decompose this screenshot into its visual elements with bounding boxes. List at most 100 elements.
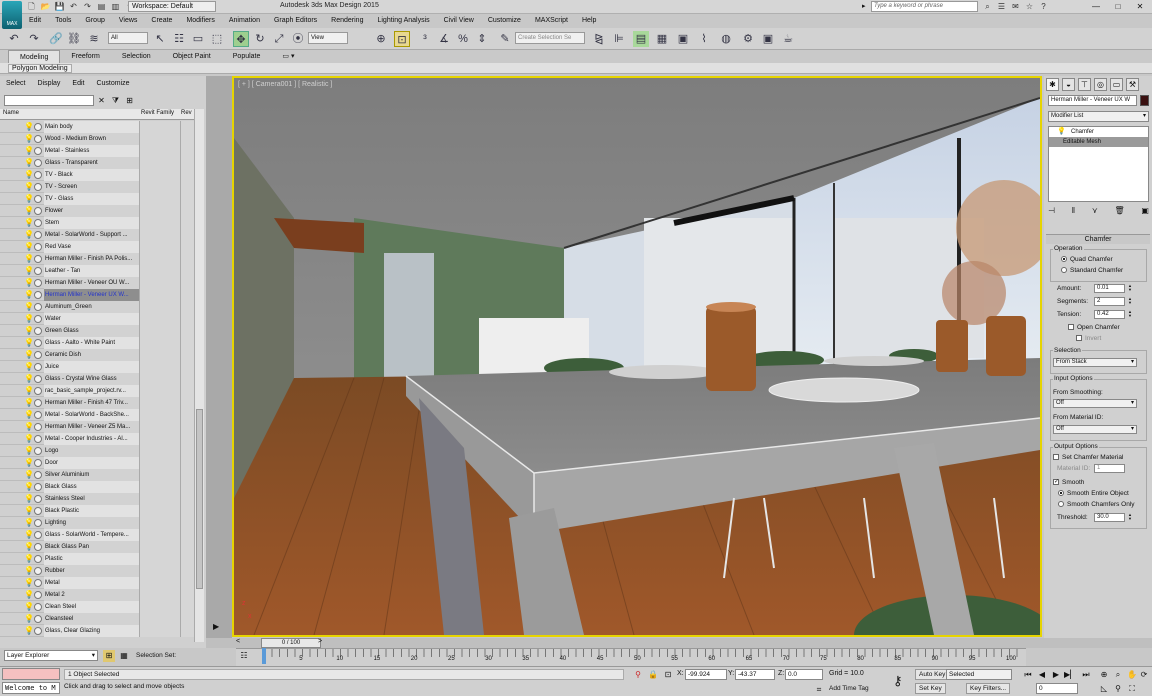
window-crossing-icon[interactable]: ⬚ [209, 31, 225, 47]
layer-name[interactable]: Glass, Clear Glazing [44, 625, 139, 637]
layer-row[interactable]: 💡 Stainless Steel [0, 493, 194, 505]
layer-name[interactable]: Main body [44, 121, 139, 133]
minimize-button[interactable]: — [1086, 1, 1106, 12]
freeze-toggle-icon[interactable] [34, 339, 42, 347]
ribbon-tab-selection[interactable]: Selection [111, 50, 162, 63]
freeze-toggle-icon[interactable] [34, 507, 42, 515]
layer-name[interactable]: Black Glass [44, 481, 139, 493]
chamfer-rollout-title[interactable]: Chamfer [1046, 234, 1150, 244]
render-setup-icon[interactable]: ⚙ [740, 31, 756, 47]
spinner-snap-icon[interactable]: ⇕ [474, 31, 490, 47]
go-to-end-icon[interactable]: ⏭ [1080, 669, 1092, 680]
redo-icon[interactable]: ↷ [82, 1, 93, 12]
freeze-toggle-icon[interactable] [34, 279, 42, 287]
layer-name[interactable]: rac_basic_sample_project.rv... [44, 385, 139, 397]
layer-name[interactable]: Rubber [44, 565, 139, 577]
layer-row[interactable]: 💡 Metal 2 [0, 589, 194, 601]
favorites-star-icon[interactable]: ☆ [1024, 1, 1035, 12]
freeze-toggle-icon[interactable] [34, 207, 42, 215]
stack-item-editable-mesh[interactable]: Editable Mesh [1049, 137, 1148, 147]
light-bulb-icon[interactable]: 💡 [1057, 127, 1066, 137]
freeze-toggle-icon[interactable] [34, 531, 42, 539]
freeze-toggle-icon[interactable] [34, 159, 42, 167]
layer-name[interactable]: Glass - SolarWorld - Tempere... [44, 529, 139, 541]
light-bulb-icon[interactable]: 💡 [24, 590, 34, 600]
layer-row[interactable]: 💡 Flower [0, 205, 194, 217]
freeze-toggle-icon[interactable] [34, 387, 42, 395]
motion-tab-icon[interactable]: ◎ [1094, 78, 1107, 91]
layer-row[interactable]: 💡 Water [0, 313, 194, 325]
light-bulb-icon[interactable]: 💡 [24, 530, 34, 540]
segments-spinner[interactable]: 2 [1094, 297, 1125, 306]
light-bulb-icon[interactable]: 💡 [24, 506, 34, 516]
explorer-search-input[interactable] [4, 95, 94, 106]
reference-coordinate-dropdown[interactable]: View [308, 32, 348, 44]
object-color-swatch[interactable] [1140, 95, 1149, 106]
light-bulb-icon[interactable]: 💡 [24, 554, 34, 564]
time-slider-track[interactable] [206, 638, 1152, 648]
layer-name[interactable]: Aluminum_Green [44, 301, 139, 313]
light-bulb-icon[interactable]: 💡 [24, 182, 34, 192]
light-bulb-icon[interactable]: 💡 [24, 434, 34, 444]
quad-chamfer-radio[interactable]: Quad Chamfer [1061, 256, 1113, 263]
configure-sets-icon[interactable]: ▣ [1141, 206, 1149, 219]
threshold-spinner-arrows[interactable]: ▲ ▼ [1127, 513, 1133, 522]
named-selection-input[interactable]: Create Selection Se [515, 32, 585, 44]
layer-name[interactable]: Stem [44, 217, 139, 229]
y-coord-field[interactable]: -43.37 [735, 669, 775, 680]
layer-row[interactable]: 💡 Glass, Clear Glazing [0, 625, 194, 637]
scrollbar-thumb[interactable] [196, 409, 203, 589]
freeze-toggle-icon[interactable] [34, 171, 42, 179]
menu-edit[interactable]: Edit [22, 14, 48, 27]
light-bulb-icon[interactable]: 💡 [24, 134, 34, 144]
rendered-frame-window-icon[interactable]: ▣ [760, 31, 776, 47]
light-bulb-icon[interactable]: 💡 [24, 170, 34, 180]
layer-row[interactable]: 💡 Glass - Crystal Wine Glass [0, 373, 194, 385]
freeze-toggle-icon[interactable] [34, 423, 42, 431]
light-bulb-icon[interactable]: 💡 [24, 542, 34, 552]
next-frame-icon[interactable]: ▶▏ [1064, 669, 1076, 680]
layer-row[interactable]: 💡 Herman Miller - Veneer OU W... [0, 277, 194, 289]
layer-row[interactable]: 💡 Clean Steel [0, 601, 194, 613]
from-smoothing-dropdown[interactable]: Off [1053, 399, 1137, 408]
hierarchy-tab-icon[interactable]: ⊤ [1078, 78, 1091, 91]
layer-name[interactable]: Plastic [44, 553, 139, 565]
layer-name[interactable]: Wood - Medium Brown [44, 133, 139, 145]
layer-name[interactable]: Green Glass [44, 325, 139, 337]
filter-icon[interactable]: ⧩ [110, 95, 121, 106]
layer-row[interactable]: 💡 Red Vase [0, 241, 194, 253]
pan-icon[interactable]: ✋ [1126, 669, 1138, 680]
edit-named-selection-icon[interactable]: ✎ [497, 31, 513, 47]
layer-row[interactable]: 💡 Herman Miller - Finish PA Polis... [0, 253, 194, 265]
freeze-toggle-icon[interactable] [34, 591, 42, 599]
select-and-place-icon[interactable]: ⦿ [290, 31, 306, 47]
layer-name[interactable]: Black Plastic [44, 505, 139, 517]
go-to-start-icon[interactable]: ⏮ [1022, 669, 1034, 680]
menu-graph-editors[interactable]: Graph Editors [267, 14, 324, 27]
light-bulb-icon[interactable]: 💡 [24, 146, 34, 156]
light-bulb-icon[interactable]: 💡 [24, 518, 34, 528]
light-bulb-icon[interactable]: 💡 [24, 386, 34, 396]
next-frame-arrow[interactable]: > [318, 638, 322, 645]
light-bulb-icon[interactable]: 💡 [24, 446, 34, 456]
layer-name[interactable]: TV - Black [44, 169, 139, 181]
layer-row[interactable]: 💡 TV - Screen [0, 181, 194, 193]
light-bulb-icon[interactable]: 💡 [24, 422, 34, 432]
layer-row[interactable]: 💡 Ceramic Dish [0, 349, 194, 361]
freeze-toggle-icon[interactable] [34, 231, 42, 239]
freeze-toggle-icon[interactable] [34, 123, 42, 131]
selection-lock-icon[interactable]: 🔒 [647, 669, 659, 680]
tension-spinner[interactable]: 0.42 [1094, 310, 1125, 319]
stack-item-chamfer[interactable]: 💡 Chamfer [1049, 127, 1148, 137]
freeze-toggle-icon[interactable] [34, 399, 42, 407]
new-file-icon[interactable]: 🗋 [26, 1, 37, 12]
walk-through-icon[interactable]: ⚲ [1112, 683, 1124, 694]
layer-name[interactable]: Metal - SolarWorld - Support ... [44, 229, 139, 241]
light-bulb-icon[interactable]: 💡 [24, 410, 34, 420]
search-input[interactable]: Type a keyword or phrase [871, 1, 978, 12]
layer-row[interactable]: 💡 Wood - Medium Brown [0, 133, 194, 145]
create-tab-icon[interactable]: ✱ [1046, 78, 1059, 91]
freeze-toggle-icon[interactable] [34, 351, 42, 359]
select-and-rotate-icon[interactable]: ↻ [252, 31, 268, 47]
light-bulb-icon[interactable]: 💡 [24, 278, 34, 288]
